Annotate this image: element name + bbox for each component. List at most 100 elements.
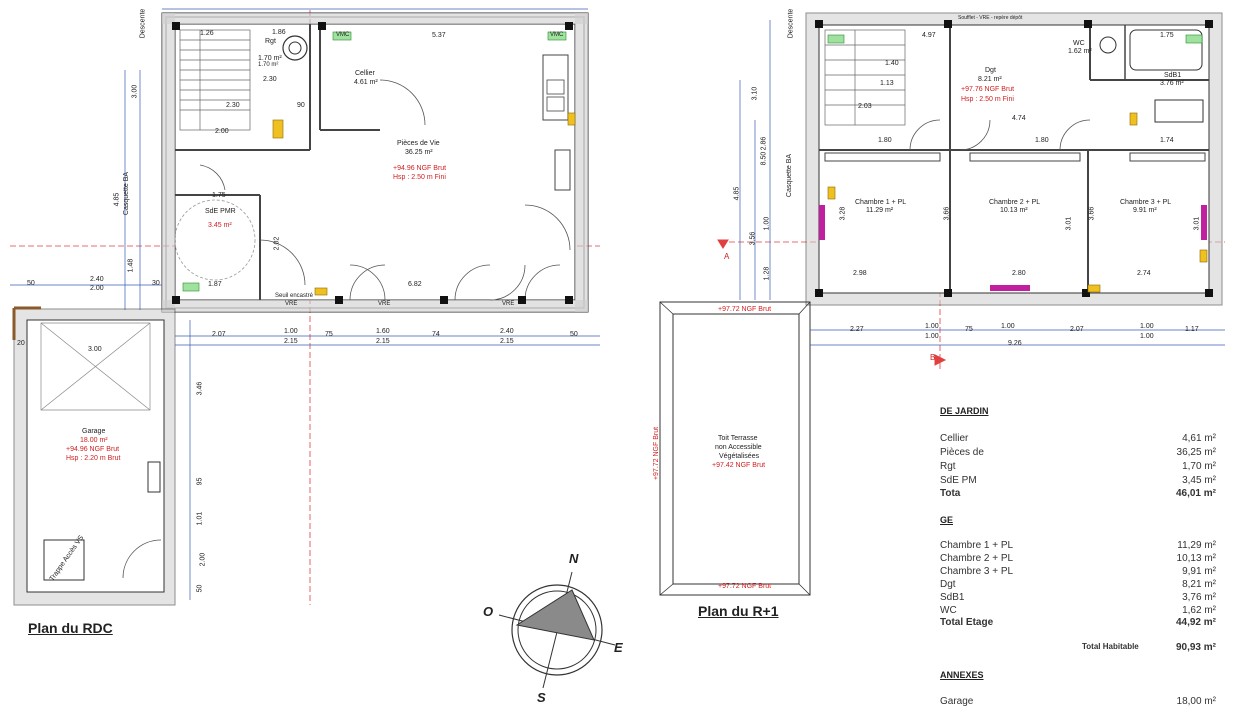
- seuil-label: Seuil encastré: [275, 293, 314, 299]
- dim-r1-top-1: 4.97: [922, 32, 936, 39]
- dim-rdc-b1-5: 74: [432, 331, 440, 338]
- dim-r1-left-1: 3.10: [751, 86, 759, 101]
- summary-value: 36,25 m²: [1176, 447, 1216, 458]
- dim-r1-b1-7: 1.17: [1185, 326, 1199, 333]
- dim-rdc-inner-1: 2.30: [263, 76, 277, 83]
- dim-rdc-inner-3: 90: [297, 102, 305, 109]
- summary-label: SdE PM: [940, 475, 977, 486]
- descente-rdc: Descente: [139, 8, 147, 39]
- summary-label: Rgt: [940, 461, 956, 472]
- wc-name: WC: [1073, 40, 1085, 47]
- pieces-name: Pièces de Vie: [397, 140, 440, 147]
- descente-r1: Descente: [787, 8, 795, 39]
- dim-rdc-left-2: 4.85: [113, 192, 121, 207]
- cellier-area: 4.61 m²: [354, 79, 378, 86]
- ch1-area: 11.29 m²: [866, 207, 894, 214]
- ch2-name: Chambre 2 + PL: [989, 199, 1041, 206]
- compass-o: O: [483, 604, 494, 619]
- dim-rdc-b2-1: 2.15: [284, 338, 298, 345]
- dim-r1-inner-3: 2.03: [858, 103, 872, 110]
- summary-row: Rgt 1,70 m²: [940, 461, 1216, 472]
- r1-walls: [805, 12, 1223, 306]
- dim-garage-1: 3.00: [88, 346, 102, 353]
- summary-label: WC: [940, 605, 957, 616]
- dim-r1-inner-8: 2.98: [853, 270, 867, 277]
- ch3-area: 9.91 m²: [1133, 207, 1157, 214]
- dgt-hsp: Hsp : 2.50 m Fini: [961, 96, 1014, 103]
- ngf-top: +97.72 NGF Brut: [718, 306, 772, 313]
- casquette-r1: Casquette BA: [786, 153, 794, 198]
- dim-r1-b1-3: 75: [965, 326, 973, 333]
- dim-r1-left-2: 2.86: [760, 136, 768, 151]
- dim-rdc-left-7: 30: [152, 280, 160, 287]
- summary-label: Pièces de: [940, 447, 984, 458]
- dgt-ngf: +97.76 NGF Brut: [961, 86, 1015, 93]
- dim-r1-inner-2: 1.13: [880, 80, 894, 87]
- summary-label: Total Habitable: [1082, 642, 1139, 651]
- vre-rdc-1: VRE: [285, 301, 298, 307]
- dim-garage-2: 3.46: [196, 381, 204, 396]
- dim-rdc-b1-7: 50: [570, 331, 578, 338]
- dim-r1-b1-5: 2.07: [1070, 326, 1084, 333]
- vre-rdc-3: VRE: [502, 301, 515, 307]
- dim-r1-inner-6: 1.80: [1035, 137, 1049, 144]
- dim-rdc-left-1: 3.00: [131, 84, 139, 99]
- compass-e: E: [614, 640, 623, 655]
- summary-value: 3,45 m²: [1182, 475, 1216, 486]
- ch1-name: Chambre 1 + PL: [855, 199, 907, 206]
- dim-rdc-b1-1: 2.07: [212, 331, 226, 338]
- summary-value: 10,13 m²: [1176, 553, 1216, 564]
- summary-value: 4,61 m²: [1182, 433, 1216, 444]
- dim-garage-4: 1.01: [196, 511, 204, 526]
- dim-rdc-inner-8: 2.02: [273, 236, 281, 251]
- dim-garage-5: 2.00: [199, 552, 207, 567]
- summary-total: Tota 46,01 m²: [940, 488, 1216, 499]
- dim-r1-b2-2: 1.00: [1140, 333, 1154, 340]
- dim-r1-inner-15: 3.01: [1193, 216, 1201, 231]
- summary-value: 1,70 m²: [1182, 461, 1216, 472]
- summary-label: Total Etage: [940, 617, 994, 628]
- dim-rdc-inner-9: 1.70 m²: [258, 62, 279, 68]
- summary-row: Cellier 4,61 m²: [940, 433, 1216, 444]
- summary-section-2: GE: [940, 515, 954, 525]
- summary-label: Cellier: [940, 433, 969, 444]
- summary-value: 11,29 m²: [1177, 540, 1216, 551]
- dim-rdc-b1-4: 1.60: [376, 328, 390, 335]
- dim-r1-left-3: 8.50: [760, 151, 768, 166]
- summary-label: SdB1: [940, 592, 965, 603]
- compass: [498, 571, 616, 689]
- summary-label: Dgt: [940, 579, 956, 590]
- dim-r1-inner-11: 3.28: [839, 206, 847, 221]
- summary-label: Chambre 3 + PL: [940, 566, 1014, 577]
- summary-row: WC 1,62 m²: [940, 605, 1216, 616]
- ch2-area: 10.13 m²: [1000, 207, 1028, 214]
- rdc-plan-title: Plan du RDC: [28, 620, 113, 636]
- summary-value: 44,92 m²: [1175, 617, 1216, 628]
- dim-r1-inner-5: 1.80: [878, 137, 892, 144]
- dim-rdc-top-1: 1.26: [200, 30, 214, 37]
- summary-value: 1,62 m²: [1182, 605, 1216, 616]
- rgt-name: Rgt: [265, 38, 276, 45]
- r1-plan-title: Plan du R+1: [698, 603, 779, 619]
- dim-garage-7: 20: [17, 340, 25, 347]
- dim-rdc-b1-3: 75: [325, 331, 333, 338]
- compass-s: S: [537, 690, 546, 705]
- summary-value: 9,91 m²: [1182, 566, 1216, 577]
- dim-r1-inner-10: 2.74: [1137, 270, 1151, 277]
- casquette-rdc: Casquette BA: [123, 171, 131, 216]
- dim-rdc-b1-2: 1.00: [284, 328, 298, 335]
- dim-r1-b2-3: 9.26: [1008, 340, 1022, 347]
- summary-label: Garage: [940, 696, 974, 707]
- summary-value: 46,01 m²: [1175, 488, 1216, 499]
- rgt-area: 1.70 m²: [258, 55, 282, 62]
- dim-rdc-left-4: 2.40: [90, 276, 104, 283]
- garage-name: Garage: [82, 428, 106, 435]
- summary-label: Chambre 1 + PL: [940, 540, 1014, 551]
- pieces-hsp: Hsp : 2.50 m Fini: [393, 174, 446, 181]
- dim-rdc-inner-5: 1.75: [212, 192, 226, 199]
- dim-r1-b1-4: 1.00: [1001, 323, 1015, 330]
- dim-r1-inner-13: 3.01: [1065, 216, 1073, 231]
- dim-rdc-b2-3: 2.15: [500, 338, 514, 345]
- summary-section-1: DE JARDIN: [940, 406, 989, 416]
- dim-rdc-left-6: 50: [27, 280, 35, 287]
